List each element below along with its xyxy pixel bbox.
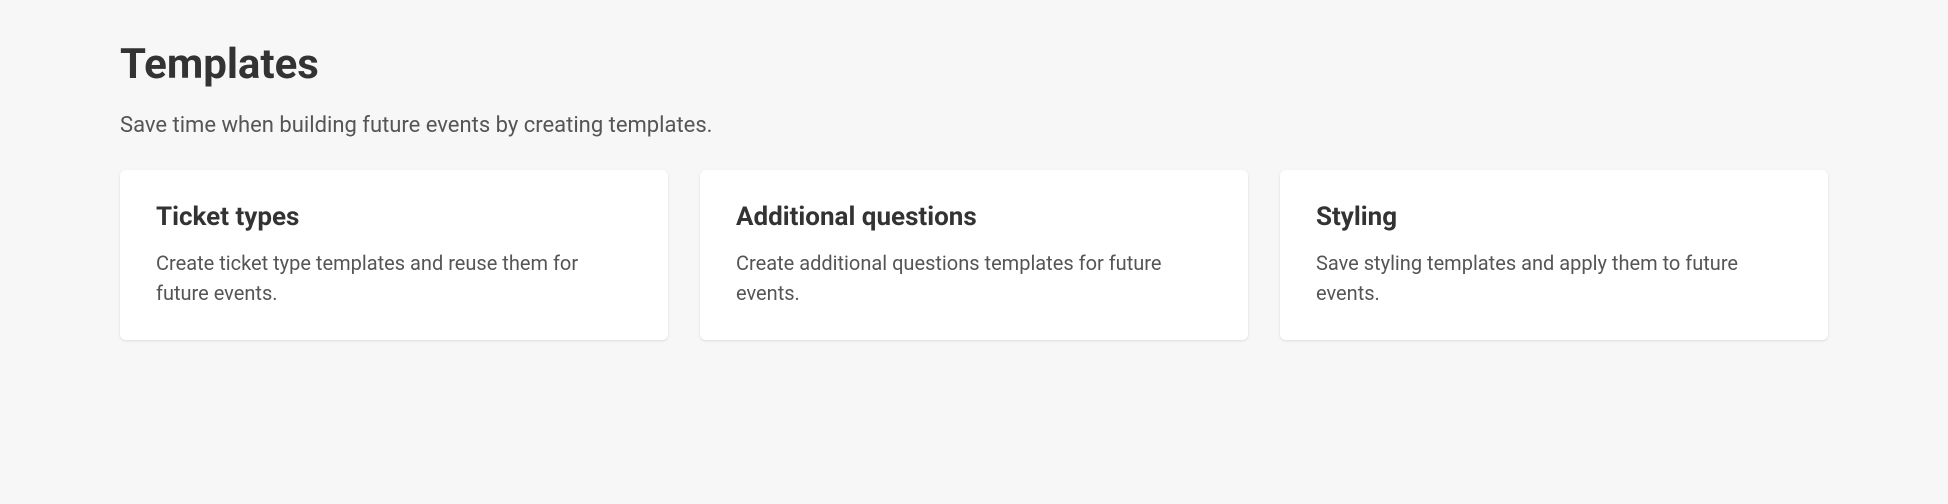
page-title: Templates [120,40,1828,89]
card-title: Ticket types [156,202,632,232]
card-ticket-types[interactable]: Ticket types Create ticket type template… [120,170,668,340]
card-description: Create additional questions templates fo… [736,248,1212,308]
template-cards-container: Ticket types Create ticket type template… [120,170,1828,340]
card-additional-questions[interactable]: Additional questions Create additional q… [700,170,1248,340]
page-subtitle: Save time when building future events by… [120,113,1828,138]
card-description: Create ticket type templates and reuse t… [156,248,632,308]
card-title: Styling [1316,202,1792,232]
card-description: Save styling templates and apply them to… [1316,248,1792,308]
card-styling[interactable]: Styling Save styling templates and apply… [1280,170,1828,340]
card-title: Additional questions [736,202,1212,232]
